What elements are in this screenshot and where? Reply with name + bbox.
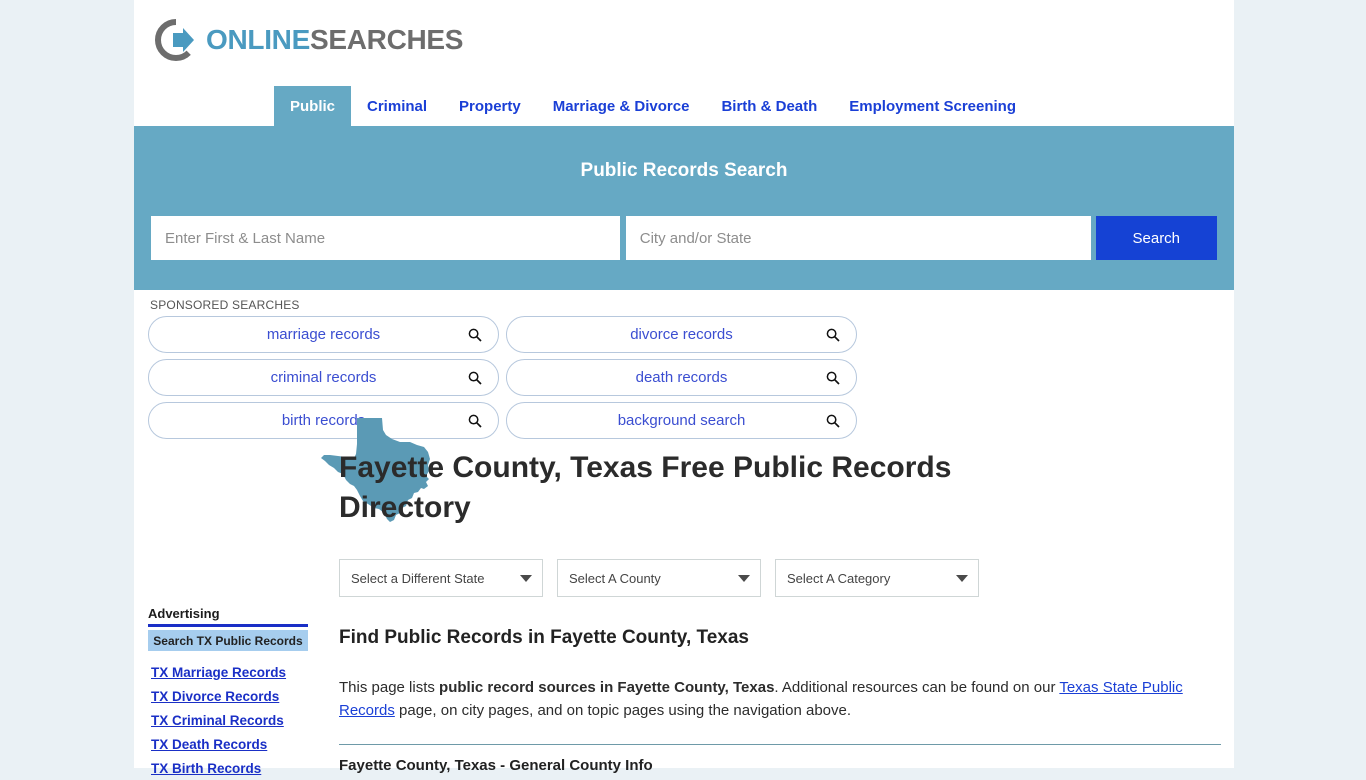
intro-lead-text: This page lists	[339, 679, 440, 696]
circle-arrow-right-icon	[154, 18, 198, 62]
search-tx-public-records-button[interactable]: Search TX Public Records	[148, 630, 308, 651]
select-state[interactable]: Select a Different State	[339, 559, 543, 597]
sponsored-pill-marriage-records[interactable]: marriage records	[148, 316, 499, 353]
tab-marriage-divorce[interactable]: Marriage & Divorce	[537, 86, 706, 126]
sidebar-link-tx-divorce-records[interactable]: TX Divorce Records	[151, 687, 308, 708]
advertising-label: Advertising	[148, 606, 220, 621]
page-container: ONLINESEARCHES Public Criminal Property …	[134, 0, 1234, 776]
sidebar-link-tx-death-records[interactable]: TX Death Records	[151, 735, 308, 756]
chevron-down-icon	[956, 574, 968, 582]
tab-public[interactable]: Public	[274, 86, 352, 126]
logo-wordmark: ONLINESEARCHES	[206, 26, 463, 54]
logo-word-online: ONLINE	[206, 24, 310, 55]
tab-employment-screening[interactable]: Employment Screening	[833, 86, 1032, 126]
site-logo[interactable]: ONLINESEARCHES	[154, 16, 463, 64]
select-category-label: Select A Category	[787, 570, 891, 586]
sponsored-pill-label: death records	[635, 369, 728, 386]
banner-title: Public Records Search	[580, 160, 788, 181]
sidebar-link-tx-criminal-records[interactable]: TX Criminal Records	[151, 711, 308, 732]
select-county[interactable]: Select A County	[557, 559, 761, 597]
sponsored-pill-divorce-records[interactable]: divorce records	[506, 316, 857, 353]
intro-mid-text: . Additional resources can be found on o…	[774, 679, 1060, 696]
select-category[interactable]: Select A Category	[775, 559, 979, 597]
search-form: Search	[151, 216, 1217, 260]
intro-tail-text: page, on city pages, and on topic pages …	[394, 701, 852, 719]
page-title: Fayette County, Texas Free Public Record…	[339, 451, 952, 524]
search-icon	[826, 371, 840, 385]
sponsored-pill-criminal-records[interactable]: criminal records	[148, 359, 499, 396]
tab-criminal[interactable]: Criminal	[351, 86, 443, 126]
content-intro-paragraph: This page lists public record sources in…	[339, 677, 1221, 722]
search-icon	[468, 328, 482, 342]
sponsored-pill-label: criminal records	[270, 369, 377, 386]
search-icon	[468, 414, 482, 428]
advertising-links: TX Marriage Records TX Divorce Records T…	[148, 663, 308, 780]
advertising-sidebar: Advertising Search TX Public Records TX …	[148, 606, 308, 780]
tab-birth-death[interactable]: Birth & Death	[705, 86, 833, 126]
select-county-label: Select A County	[569, 570, 661, 586]
search-button[interactable]: Search	[1095, 216, 1217, 260]
chevron-down-icon	[520, 574, 532, 582]
search-icon	[468, 371, 482, 385]
public-records-search-banner: Public Records Search Search	[134, 126, 1234, 290]
general-county-info-heading: Fayette County, Texas - General County I…	[339, 757, 653, 774]
sidebar-link-tx-birth-records[interactable]: TX Birth Records	[151, 759, 308, 780]
filter-selects: Select a Different State Select A County…	[339, 559, 979, 597]
intro-bold-text: public record sources in Fayette County,…	[439, 679, 775, 696]
main-navigation: Public Criminal Property Marriage & Divo…	[134, 86, 1234, 126]
sponsored-pill-death-records[interactable]: death records	[506, 359, 857, 396]
city-state-search-input[interactable]	[625, 216, 1091, 260]
content-heading: Find Public Records in Fayette County, T…	[339, 627, 749, 648]
chevron-down-icon	[738, 574, 750, 582]
name-search-input[interactable]	[151, 216, 620, 260]
sponsored-pill-label: marriage records	[266, 326, 381, 343]
sponsored-pill-label: background search	[617, 412, 746, 429]
sponsored-searches-label: SPONSORED SEARCHES	[150, 298, 300, 312]
sponsored-pill-background-search[interactable]: background search	[506, 402, 857, 439]
sidebar-link-tx-marriage-records[interactable]: TX Marriage Records	[151, 663, 308, 684]
main-content: Find Public Records in Fayette County, T…	[339, 627, 1221, 774]
content-divider	[339, 744, 1221, 745]
logo-word-searches: SEARCHES	[309, 24, 464, 55]
tab-property[interactable]: Property	[443, 86, 537, 126]
advertising-divider	[148, 624, 308, 627]
select-state-label: Select a Different State	[351, 570, 485, 586]
sponsored-searches-list: marriage records divorce records crimina…	[148, 316, 1214, 439]
sponsored-pill-label: divorce records	[630, 326, 733, 343]
search-icon	[826, 328, 840, 342]
search-icon	[826, 414, 840, 428]
